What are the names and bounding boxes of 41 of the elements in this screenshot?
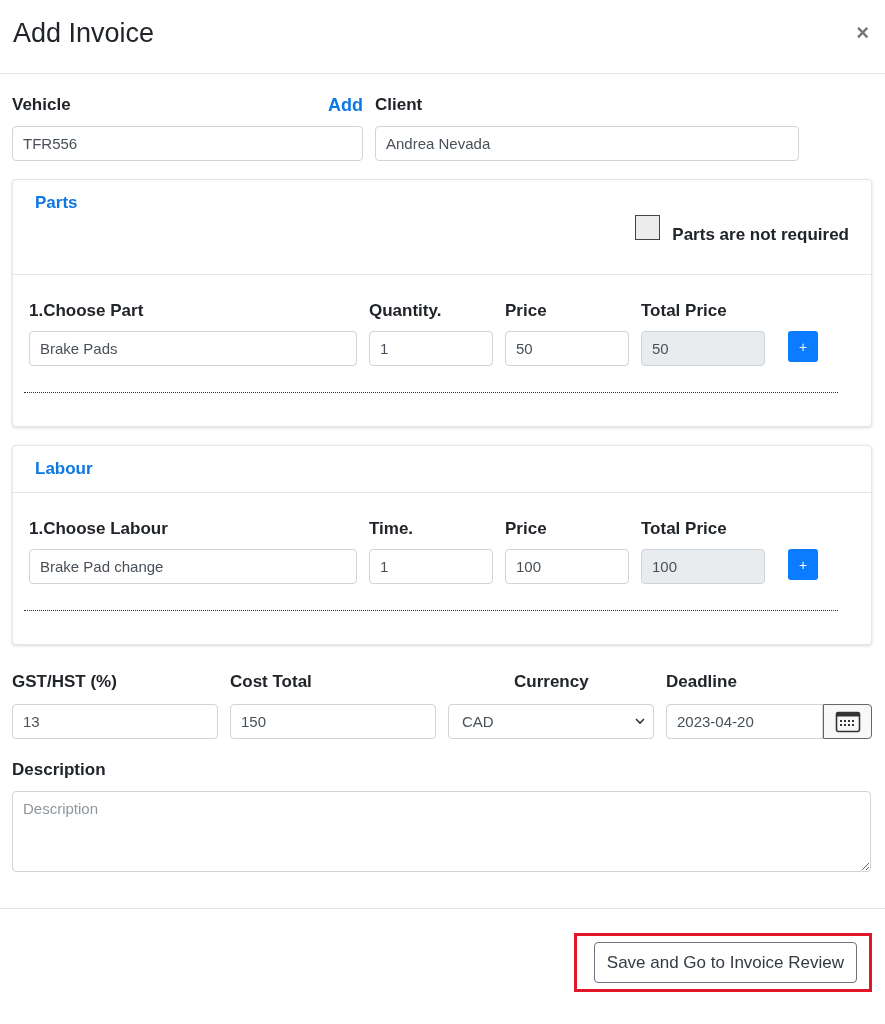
- column-label: Time.: [369, 519, 415, 539]
- column-label: 1.Choose Part: [29, 301, 145, 321]
- column-label: Price: [505, 519, 548, 539]
- field-label: Currency: [513, 672, 590, 692]
- add-link[interactable]: Add: [328, 94, 363, 116]
- currency-select[interactable]: CAD: [448, 704, 654, 739]
- column-label: Quantity.: [369, 301, 443, 321]
- field-label: Deadline: [666, 672, 738, 692]
- amount-field[interactable]: 13: [12, 704, 218, 739]
- caret-icon: [635, 718, 645, 725]
- vehicle-field[interactable]: TFR556: [12, 126, 363, 161]
- field-label: Cost Total: [230, 672, 313, 692]
- client-label: Client: [375, 95, 423, 115]
- client-field[interactable]: Andrea Nevada: [375, 126, 799, 161]
- vehicle-label: Vehicle: [12, 95, 71, 115]
- column-label: 1.Choose Labour: [29, 519, 169, 539]
- checkbox-label: Parts are not required: [672, 225, 849, 245]
- column-label: Total Price: [641, 519, 728, 539]
- description-label: Description: [12, 760, 107, 780]
- checkbox[interactable]: [635, 215, 661, 240]
- section-title: Parts: [35, 193, 79, 213]
- calendar-button[interactable]: [823, 704, 872, 739]
- description-field[interactable]: Description: [12, 791, 871, 872]
- item-field[interactable]: Brake Pad change: [29, 549, 357, 584]
- dialog-title: Add Invoice: [13, 18, 155, 49]
- close-button[interactable]: ×: [856, 20, 869, 46]
- amount-field[interactable]: 50: [505, 331, 629, 366]
- amount-field[interactable]: 1: [369, 331, 493, 366]
- column-label: Total Price: [641, 301, 728, 321]
- date-field[interactable]: 2023-04-20: [666, 704, 823, 739]
- add-button[interactable]: +: [788, 331, 818, 362]
- amount-field[interactable]: 1: [369, 549, 493, 584]
- field-label: GST/HST (%): [12, 672, 118, 692]
- item-field[interactable]: Brake Pads: [29, 331, 357, 366]
- add-button[interactable]: +: [788, 549, 818, 580]
- section-title: Labour: [35, 459, 94, 479]
- amount-field[interactable]: 100: [505, 549, 629, 584]
- save-button[interactable]: Save and Go to Invoice Review: [593, 942, 857, 983]
- column-label: Price: [505, 301, 548, 321]
- amount-field[interactable]: 150: [230, 704, 436, 739]
- calendar-icon: [834, 710, 861, 733]
